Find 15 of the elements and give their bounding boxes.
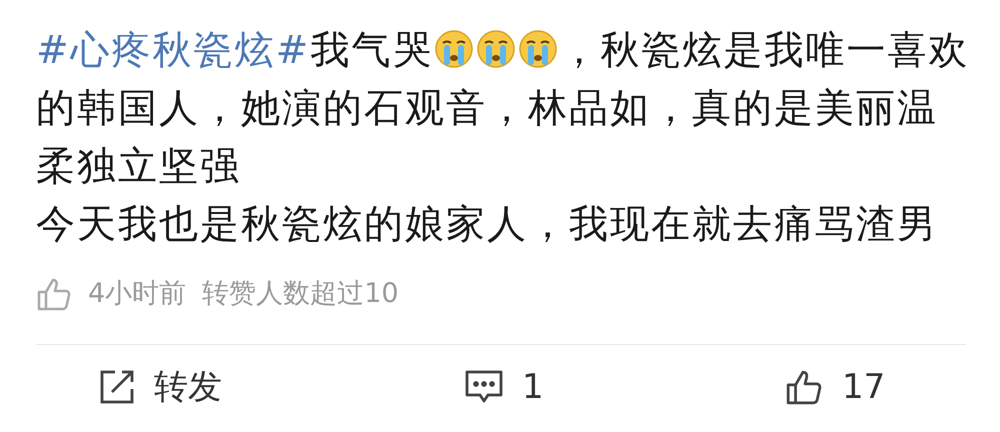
comment-icon [464,369,504,405]
crying-face-icon [476,29,516,69]
post-time: 4小时前 [88,276,186,311]
post-text: #心疼秋瓷炫#我气哭 ，秋瓷炫是我唯一喜欢的韩国人，她演的石观音，林品如，真的是美丽温柔独立坚强 [36,27,970,191]
share-icon [98,368,136,406]
thumbs-up-icon[interactable] [36,276,72,312]
comment-button[interactable]: 1 [464,362,544,412]
thumbs-up-icon [784,368,824,406]
post-text: 今天我也是秋瓷炫的娘家人，我现在就去痛骂渣男 [36,201,939,249]
crying-face-icon [518,29,558,69]
share-count-note: 转赞人数超过10 [202,276,399,311]
repost-button[interactable]: 转发 [98,362,222,412]
crying-face-icon [434,29,474,69]
hashtag-link[interactable]: #心疼秋瓷炫# [36,28,310,73]
like-button[interactable]: 17 [784,362,886,412]
